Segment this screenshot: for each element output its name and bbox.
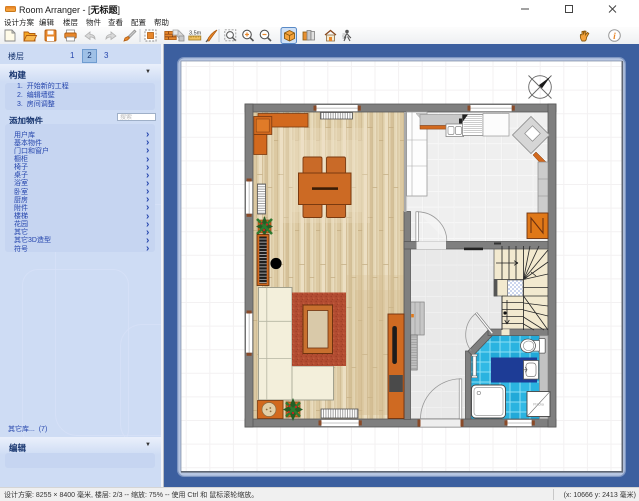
svg-text:i: i — [613, 32, 616, 42]
svg-text:Pračka: Pračka — [533, 403, 544, 407]
svg-text:3.5m: 3.5m — [189, 31, 202, 37]
